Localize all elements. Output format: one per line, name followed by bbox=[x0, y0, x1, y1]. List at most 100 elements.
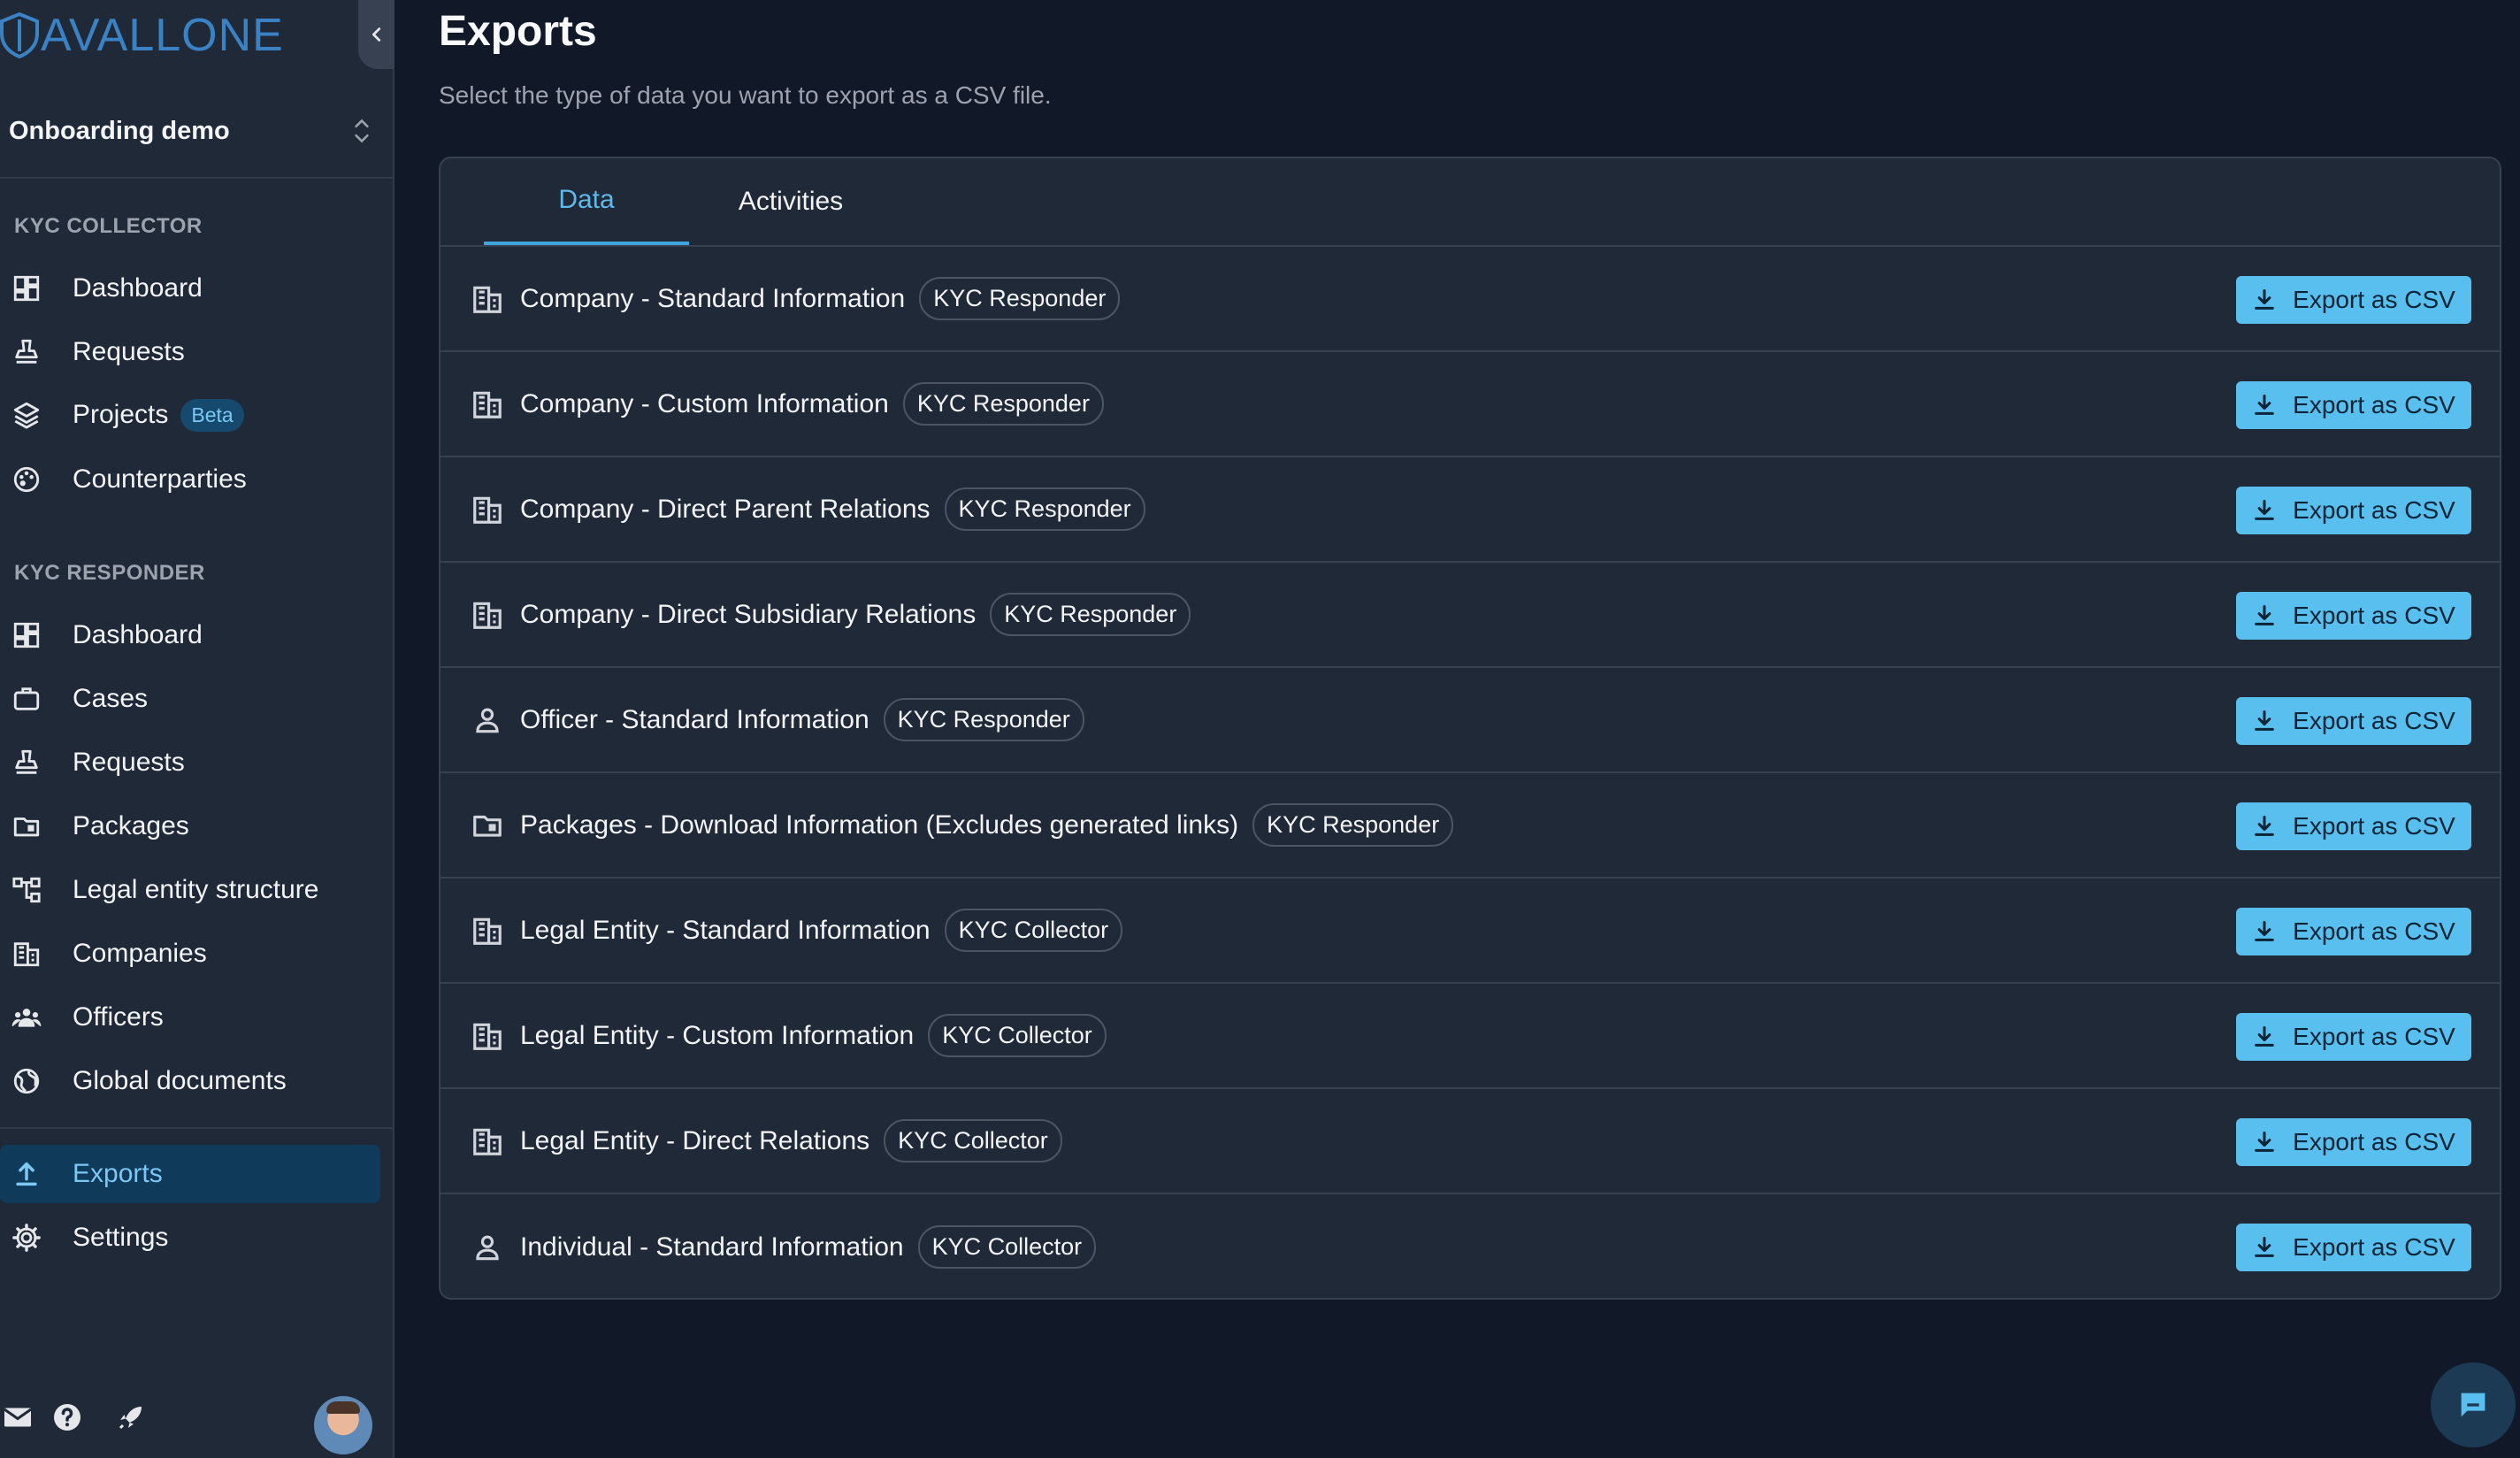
role-tag: KYC Responder bbox=[990, 593, 1191, 636]
avatar[interactable] bbox=[314, 1396, 372, 1454]
sidebar-item-legal-entity-structure[interactable]: Legal entity structure bbox=[0, 861, 380, 919]
export-name: Legal Entity - Standard Information bbox=[520, 915, 931, 945]
sidebar-divider bbox=[0, 1127, 394, 1129]
mail-icon[interactable] bbox=[0, 1401, 35, 1433]
stamp-icon bbox=[0, 337, 53, 367]
person-icon bbox=[471, 1231, 504, 1264]
tab-bar: Data Activities bbox=[440, 158, 2500, 247]
sidebar-item-label: Exports bbox=[73, 1159, 163, 1188]
sidebar-item-packages[interactable]: Packages bbox=[0, 797, 380, 856]
export-row: Packages - Download Information (Exclude… bbox=[440, 773, 2500, 879]
sidebar-item-global-documents[interactable]: Global documents bbox=[0, 1052, 380, 1110]
unfold-icon bbox=[355, 119, 369, 143]
export-name: Individual - Standard Information bbox=[520, 1232, 904, 1262]
hierarchy-icon bbox=[0, 875, 53, 905]
export-row: Officer - Standard Information KYC Respon… bbox=[440, 668, 2500, 773]
role-tag: KYC Responder bbox=[944, 487, 1145, 531]
export-csv-button[interactable]: Export as CSV bbox=[2236, 802, 2471, 850]
download-icon bbox=[2255, 1236, 2275, 1257]
collapse-sidebar-button[interactable] bbox=[358, 0, 394, 69]
building-icon bbox=[471, 388, 504, 421]
export-row: Legal Entity - Custom Information KYC Col… bbox=[440, 984, 2500, 1089]
people-icon bbox=[0, 1002, 53, 1032]
export-csv-button[interactable]: Export as CSV bbox=[2236, 1013, 2471, 1061]
upload-icon bbox=[0, 1159, 53, 1189]
sidebar-item-collector-dashboard[interactable]: Dashboard bbox=[0, 259, 380, 318]
role-tag: KYC Collector bbox=[928, 1014, 1107, 1057]
sidebar-item-label: Projects bbox=[73, 400, 169, 429]
sidebar-item-responder-dashboard[interactable]: Dashboard bbox=[0, 606, 380, 664]
dashboard-icon bbox=[0, 620, 53, 650]
role-tag: KYC Collector bbox=[944, 909, 1123, 952]
export-csv-button[interactable]: Export as CSV bbox=[2236, 1118, 2471, 1166]
tab-activities[interactable]: Activities bbox=[716, 158, 866, 245]
stamp-icon bbox=[0, 748, 53, 778]
export-csv-button[interactable]: Export as CSV bbox=[2236, 592, 2471, 640]
export-csv-button[interactable]: Export as CSV bbox=[2236, 381, 2471, 429]
sidebar-item-settings[interactable]: Settings bbox=[0, 1209, 380, 1267]
building-icon bbox=[471, 282, 504, 316]
building-icon bbox=[471, 1019, 504, 1053]
sidebar-item-companies[interactable]: Companies bbox=[0, 925, 380, 983]
palette-icon bbox=[0, 464, 53, 495]
download-icon bbox=[2255, 815, 2275, 836]
sidebar-item-label: Dashboard bbox=[73, 620, 203, 649]
export-list: Company - Standard Information KYC Respon… bbox=[440, 247, 2500, 1298]
role-tag: KYC Responder bbox=[883, 698, 1084, 741]
sidebar-item-officers[interactable]: Officers bbox=[0, 988, 380, 1047]
sidebar-item-exports[interactable]: Exports bbox=[0, 1145, 380, 1203]
building-icon bbox=[0, 939, 53, 969]
export-csv-button[interactable]: Export as CSV bbox=[2236, 697, 2471, 745]
export-csv-button[interactable]: Export as CSV bbox=[2236, 908, 2471, 955]
export-name: Company - Direct Subsidiary Relations bbox=[520, 599, 977, 629]
chat-icon bbox=[2461, 1393, 2486, 1417]
sidebar-item-label: Dashboard bbox=[73, 273, 203, 303]
export-csv-button[interactable]: Export as CSV bbox=[2236, 276, 2471, 324]
export-button-label: Export as CSV bbox=[2293, 391, 2455, 418]
help-icon[interactable] bbox=[35, 1401, 99, 1433]
export-row: Company - Standard Information KYC Respon… bbox=[440, 247, 2500, 352]
sidebar-item-label: Global documents bbox=[73, 1066, 287, 1095]
page-title: Exports bbox=[439, 8, 597, 55]
role-tag: KYC Responder bbox=[919, 277, 1121, 320]
building-icon bbox=[471, 598, 504, 632]
app-logo[interactable]: AVALLONE bbox=[0, 9, 284, 62]
export-name: Legal Entity - Custom Information bbox=[520, 1020, 915, 1050]
rocket-icon[interactable] bbox=[99, 1401, 163, 1433]
sidebar-item-cases[interactable]: Cases bbox=[0, 670, 380, 728]
sidebar-item-label: Requests bbox=[73, 748, 185, 777]
export-csv-button[interactable]: Export as CSV bbox=[2236, 487, 2471, 534]
sidebar-item-label: Requests bbox=[73, 337, 185, 366]
export-name: Officer - Standard Information bbox=[520, 704, 869, 734]
org-switcher[interactable]: Onboarding demo bbox=[9, 106, 371, 156]
folder-icon bbox=[0, 811, 53, 841]
sidebar-item-label: Companies bbox=[73, 939, 207, 968]
sidebar-item-collector-requests[interactable]: Requests bbox=[0, 323, 380, 381]
export-row: Company - Custom Information KYC Responde… bbox=[440, 352, 2500, 457]
sidebar-item-label: Officers bbox=[73, 1002, 164, 1032]
download-icon bbox=[2255, 288, 2275, 310]
export-name: Company - Direct Parent Relations bbox=[520, 494, 931, 524]
export-button-label: Export as CSV bbox=[2293, 286, 2455, 313]
export-csv-button[interactable]: Export as CSV bbox=[2236, 1224, 2471, 1271]
download-icon bbox=[2255, 394, 2275, 415]
layers-icon bbox=[0, 400, 53, 430]
sidebar-item-label: Cases bbox=[73, 684, 149, 713]
download-icon bbox=[2255, 604, 2275, 625]
tab-data[interactable]: Data bbox=[484, 158, 689, 245]
sidebar-item-projects[interactable]: Projects Beta bbox=[0, 386, 380, 444]
export-row: Legal Entity - Direct Relations KYC Colle… bbox=[440, 1089, 2500, 1194]
sidebar-item-counterparties[interactable]: Counterparties bbox=[0, 450, 380, 509]
sidebar: AVALLONE Onboarding demo KYC COLLECTOR D… bbox=[0, 0, 394, 1458]
sidebar-item-responder-requests[interactable]: Requests bbox=[0, 733, 380, 792]
sidebar-item-label: Counterparties bbox=[73, 464, 247, 494]
export-button-label: Export as CSV bbox=[2293, 1128, 2455, 1155]
org-name: Onboarding demo bbox=[9, 116, 230, 145]
export-button-label: Export as CSV bbox=[2293, 602, 2455, 629]
section-title-responder: KYC RESPONDER bbox=[14, 561, 205, 585]
exports-card: Data Activities Company - Standard Infor… bbox=[439, 157, 2501, 1300]
export-button-label: Export as CSV bbox=[2293, 917, 2455, 945]
chat-button[interactable] bbox=[2431, 1362, 2516, 1447]
export-name: Company - Standard Information bbox=[520, 283, 906, 313]
section-title-collector: KYC COLLECTOR bbox=[14, 214, 203, 238]
